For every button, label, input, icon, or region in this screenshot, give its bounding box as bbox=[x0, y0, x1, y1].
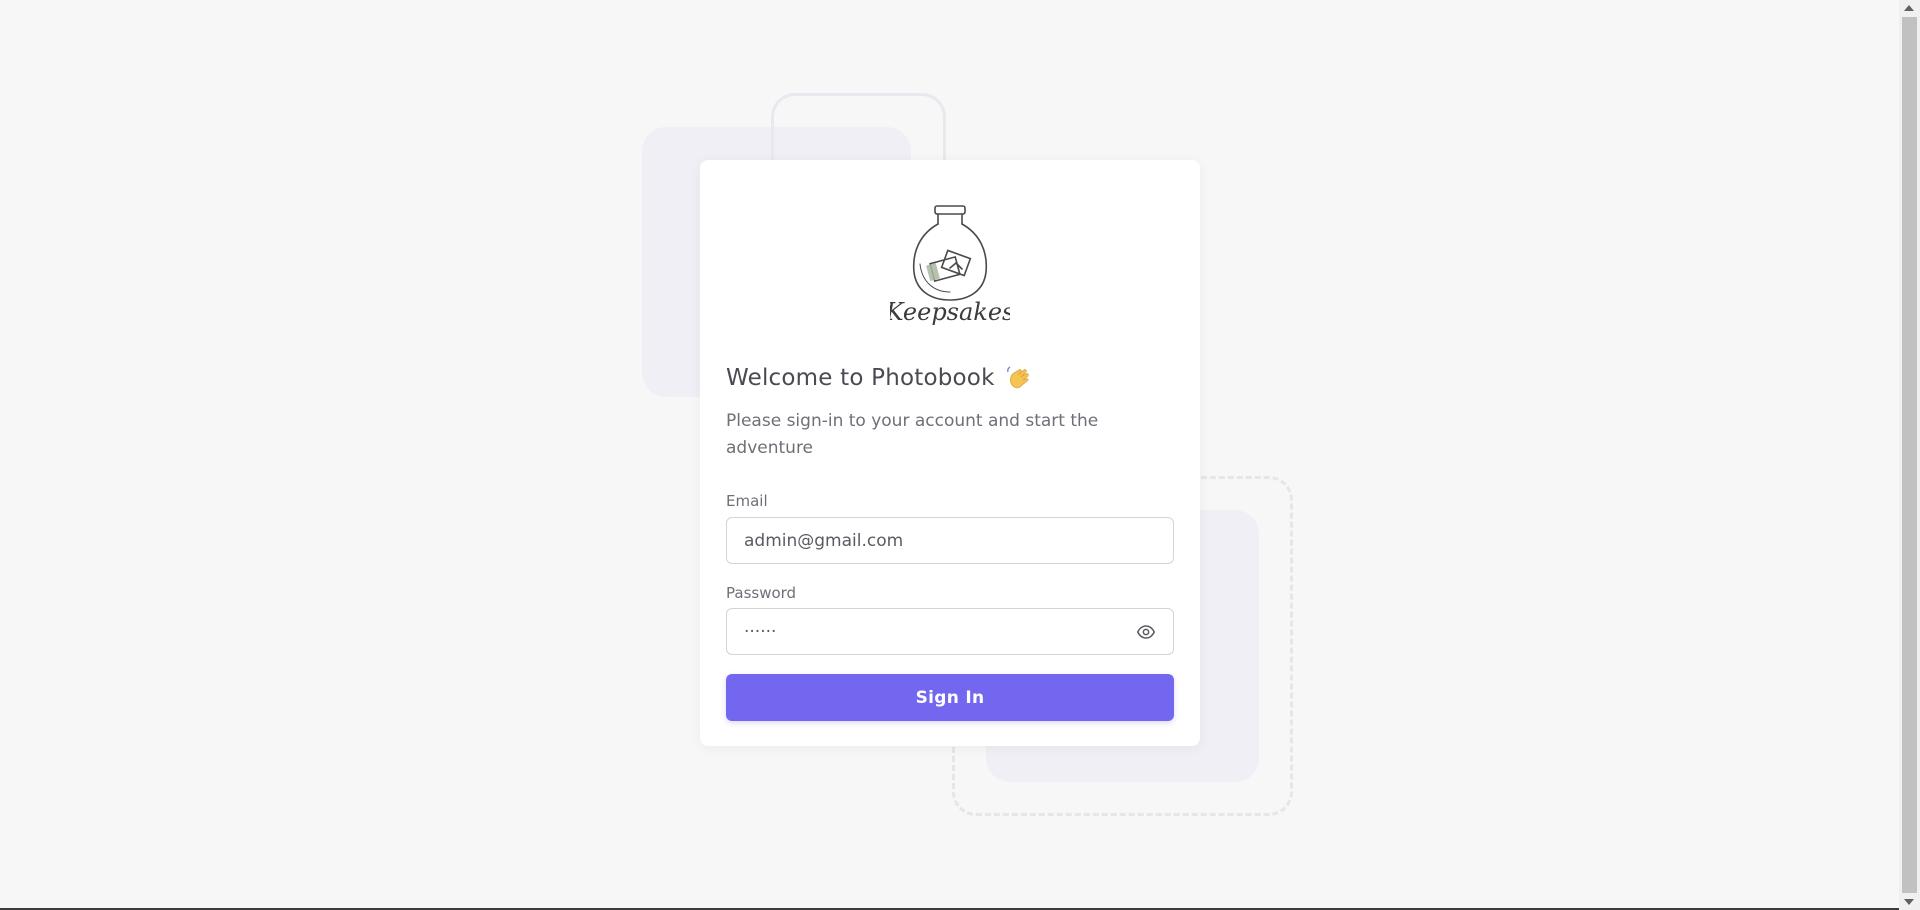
wave-icon bbox=[1006, 366, 1029, 389]
logo-wordmark: Keepsakes bbox=[890, 298, 1010, 326]
email-field[interactable] bbox=[727, 518, 1124, 563]
page-background: Keepsakes Welcome to Photobook Please si… bbox=[0, 0, 1899, 908]
scrollbar-thumb[interactable] bbox=[1902, 17, 1917, 893]
keepsakes-logo: Keepsakes bbox=[890, 205, 1010, 326]
email-field-wrapper bbox=[726, 517, 1174, 564]
welcome-subtitle: Please sign-in to your account and start… bbox=[726, 411, 1099, 458]
password-field-wrapper bbox=[726, 608, 1174, 655]
sign-in-button[interactable]: Sign In bbox=[726, 674, 1174, 721]
login-card: Keepsakes Welcome to Photobook Please si… bbox=[700, 160, 1200, 746]
vertical-scrollbar[interactable] bbox=[1899, 0, 1920, 910]
password-label: Password bbox=[726, 584, 797, 602]
welcome-heading: Welcome to Photobook bbox=[726, 364, 1033, 392]
scroll-down-icon[interactable] bbox=[1904, 899, 1914, 905]
email-label: Email bbox=[726, 492, 768, 510]
eye-icon[interactable] bbox=[1137, 623, 1155, 641]
password-field[interactable] bbox=[727, 609, 1124, 654]
page-title: Welcome to Photobook bbox=[726, 365, 995, 391]
scroll-up-icon[interactable] bbox=[1904, 5, 1914, 11]
